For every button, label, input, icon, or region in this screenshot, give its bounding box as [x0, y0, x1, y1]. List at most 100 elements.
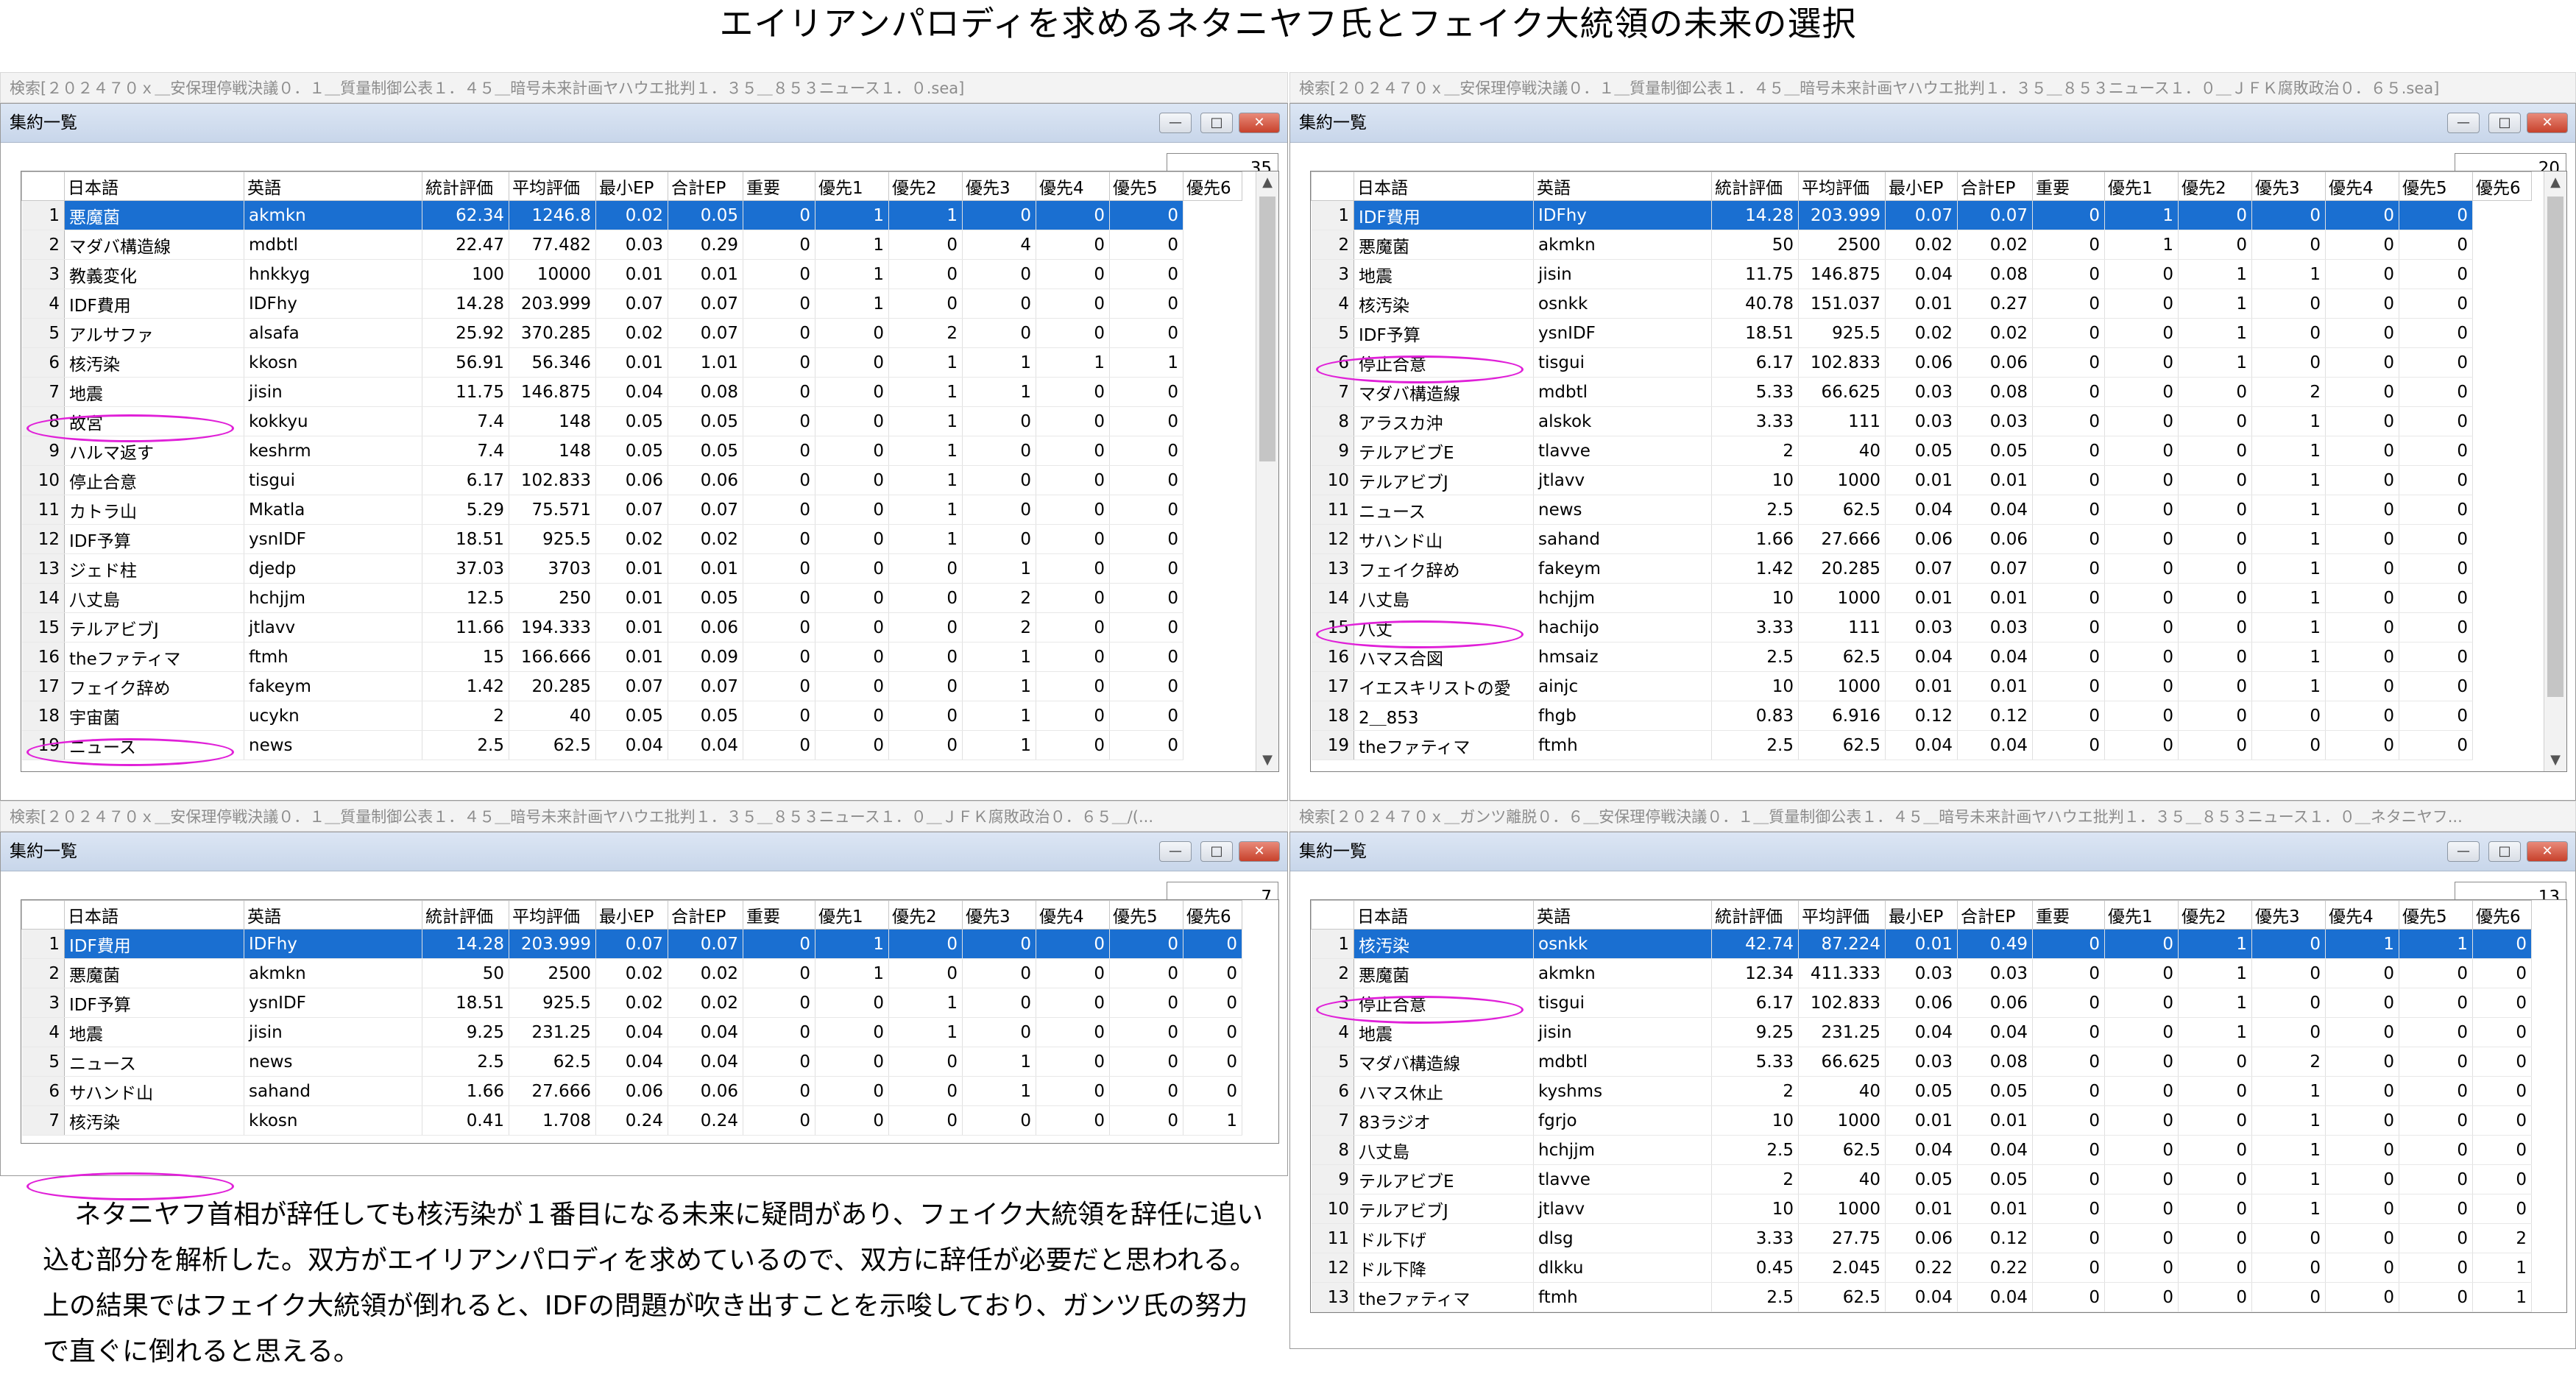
column-header[interactable]: 優先3: [962, 171, 1036, 201]
column-header[interactable]: 合計EP: [1957, 900, 2033, 930]
table-row[interactable]: 2 悪魔菌 akmkn 50 2500 0.02 0.02 0 1 0 0 0 0: [1311, 230, 2532, 260]
maximize-button[interactable]: □: [1200, 841, 1233, 862]
table-row[interactable]: 4 地震 jisin 9.25 231.25 0.04 0.04 0 0 1 0 0 0 0: [21, 1017, 1242, 1047]
close-button[interactable]: ✕: [2527, 841, 2568, 862]
minimize-button[interactable]: —: [2447, 113, 2480, 133]
table-row[interactable]: 9 テルアビブE tlavve 2 40 0.05 0.05 0 0 0 1 0 0 0: [1311, 1164, 2532, 1194]
table-row[interactable]: 8 アラスカ沖 alskok 3.33 111 0.03 0.03 0 0 0 1 0 0: [1311, 406, 2532, 436]
results-grid[interactable]: 日本語 英語 統計評価 平均評価 最小EP 合計EP 重要 優先1 優先2 優先3 優先4 優先5 優先…: [1310, 899, 2567, 1313]
maximize-button[interactable]: □: [2488, 841, 2521, 862]
maximize-button[interactable]: □: [2488, 113, 2521, 133]
table-row[interactable]: 18 2＿853 fhgb 0.83 6.916 0.12 0.12 0 0 0 0 0 0: [1311, 701, 2532, 731]
column-header[interactable]: 統計評価: [422, 900, 509, 930]
table-row[interactable]: 11 ニュース news 2.5 62.5 0.04 0.04 0 0 0 1 0 0: [1311, 495, 2532, 525]
column-header[interactable]: 合計EP: [668, 171, 743, 201]
column-header[interactable]: 日本語: [64, 171, 244, 201]
table-row[interactable]: 16 ハマス合図 hmsaiz 2.5 62.5 0.04 0.04 0 0 0 1 0 0: [1311, 642, 2532, 672]
table-row[interactable]: 7 核汚染 kkosn 0.41 1.708 0.24 0.24 0 0 0 0 0 0 1: [21, 1105, 1242, 1136]
column-header[interactable]: 日本語: [64, 900, 244, 930]
table-row[interactable]: 6 サハンド山 sahand 1.66 27.666 0.06 0.06 0 0 0 1 0 0 0: [21, 1076, 1242, 1106]
column-header[interactable]: 統計評価: [1711, 171, 1799, 201]
table-row[interactable]: 1 悪魔菌 akmkn 62.34 1246.8 0.02 0.05 0 1 1 0 0 0: [21, 200, 1242, 230]
table-row[interactable]: 2 悪魔菌 akmkn 12.34 411.333 0.03 0.03 0 0 1 0 0 0 0: [1311, 958, 2532, 988]
minimize-button[interactable]: —: [1159, 113, 1192, 133]
scroll-up-arrow[interactable]: ▲: [1256, 171, 1278, 194]
column-header[interactable]: 優先5: [2399, 171, 2473, 201]
table-row[interactable]: 5 ニュース news 2.5 62.5 0.04 0.04 0 0 0 1 0 0 0: [21, 1047, 1242, 1077]
table-row[interactable]: 7 83ラジオ fgrjo 10 1000 0.01 0.01 0 0 0 1 0 0 0: [1311, 1105, 2532, 1136]
close-button[interactable]: ✕: [1239, 113, 1280, 133]
column-header[interactable]: 優先5: [1109, 171, 1183, 201]
column-header[interactable]: 優先2: [888, 171, 963, 201]
column-header[interactable]: 統計評価: [1711, 900, 1799, 930]
column-header[interactable]: 平均評価: [1798, 171, 1886, 201]
column-header[interactable]: 優先4: [1036, 900, 1110, 930]
table-row[interactable]: 10 テルアビブJ jtlavv 10 1000 0.01 0.01 0 0 0 1 0 0 0: [1311, 1194, 2532, 1224]
minimize-button[interactable]: —: [2447, 841, 2480, 862]
column-header[interactable]: 日本語: [1354, 900, 1534, 930]
column-header[interactable]: 重要: [743, 171, 815, 201]
vertical-scrollbar[interactable]: ▲ ▼: [1256, 171, 1278, 771]
table-row[interactable]: 12 IDF予算 ysnIDF 18.51 925.5 0.02 0.02 0 0 1 0 0 0: [21, 524, 1242, 554]
column-header[interactable]: 日本語: [1354, 171, 1534, 201]
table-row[interactable]: 9 テルアビブE tlavve 2 40 0.05 0.05 0 0 0 1 0 0: [1311, 436, 2532, 466]
column-header[interactable]: 英語: [1533, 171, 1712, 201]
table-row[interactable]: 7 マダバ構造線 mdbtl 5.33 66.625 0.03 0.08 0 0 0 2 0 0: [1311, 377, 2532, 407]
table-row[interactable]: 3 IDF予算 ysnIDF 18.51 925.5 0.02 0.02 0 0 1 0 0 0 0: [21, 988, 1242, 1018]
scroll-up-arrow[interactable]: ▲: [2544, 171, 2566, 194]
table-row[interactable]: 15 テルアビブJ jtlavv 11.66 194.333 0.01 0.06 0 0 0 2 0 0: [21, 612, 1242, 643]
table-row[interactable]: 17 フェイク辞め fakeym 1.42 20.285 0.07 0.07 0 0 0 1 0 0: [21, 671, 1242, 701]
search-query-bar[interactable]: 検索[２０２４７０ｘ＿安保理停戦決議０．１＿質量制御公表１．４５＿暗号未来計画ヤ…: [0, 801, 1288, 832]
column-header[interactable]: 優先2: [888, 900, 963, 930]
column-header[interactable]: 優先3: [2251, 171, 2326, 201]
table-row[interactable]: 11 ドル下げ dlsg 3.33 27.75 0.06 0.12 0 0 0 0 0 0 2: [1311, 1223, 2532, 1253]
table-row[interactable]: 5 マダバ構造線 mdbtl 5.33 66.625 0.03 0.08 0 0 0 2 0 0 0: [1311, 1047, 2532, 1077]
column-header[interactable]: 優先2: [2178, 171, 2252, 201]
column-header[interactable]: 優先6: [2472, 900, 2532, 930]
column-header[interactable]: 優先3: [2251, 900, 2326, 930]
column-header[interactable]: 最小EP: [595, 171, 668, 201]
column-header[interactable]: 優先4: [2325, 171, 2399, 201]
table-row[interactable]: 6 ハマス休止 kyshms 2 40 0.05 0.05 0 0 0 1 0 0 0: [1311, 1076, 2532, 1106]
table-row[interactable]: 13 フェイク辞め fakeym 1.42 20.285 0.07 0.07 0 0 0 1 0 0: [1311, 553, 2532, 584]
table-row[interactable]: 12 サハンド山 sahand 1.66 27.666 0.06 0.06 0 0 0 1 0 0: [1311, 524, 2532, 554]
column-header[interactable]: 優先1: [2104, 171, 2179, 201]
table-row[interactable]: 10 停止合意 tisgui 6.17 102.833 0.06 0.06 0 0 1 0 0 0: [21, 465, 1242, 495]
results-grid[interactable]: 日本語 英語 統計評価 平均評価 最小EP 合計EP 重要 優先1 優先2 優先3 優先4 優先5 優先…: [21, 171, 1279, 772]
scroll-down-arrow[interactable]: ▼: [1256, 749, 1278, 771]
maximize-button[interactable]: □: [1200, 113, 1233, 133]
table-row[interactable]: 9 ハルマ返す keshrm 7.4 148 0.05 0.05 0 0 1 0 0 0: [21, 436, 1242, 466]
column-header[interactable]: 最小EP: [1885, 171, 1958, 201]
column-header[interactable]: 優先6: [1183, 171, 1242, 201]
table-row[interactable]: 13 theファティマ ftmh 2.5 62.5 0.04 0.04 0 0 0 0 0 0 1: [1311, 1282, 2532, 1312]
table-row[interactable]: 3 地震 jisin 11.75 146.875 0.04 0.08 0 0 1 1 0 0: [1311, 259, 2532, 289]
search-query-bar[interactable]: 検索[２０２４７０ｘ＿安保理停戦決議０．１＿質量制御公表１．４５＿暗号未来計画ヤ…: [0, 72, 1288, 103]
table-row[interactable]: 1 IDF費用 IDFhy 14.28 203.999 0.07 0.07 0 1 0 0 0 0: [1311, 200, 2532, 230]
table-row[interactable]: 18 宇宙菌 ucykn 2 40 0.05 0.05 0 0 0 1 0 0: [21, 701, 1242, 731]
table-row[interactable]: 14 八丈島 hchjjm 10 1000 0.01 0.01 0 0 0 1 0 0: [1311, 583, 2532, 613]
column-header[interactable]: 優先4: [2325, 900, 2399, 930]
search-query-bar[interactable]: 検索[２０２４７０ｘ＿安保理停戦決議０．１＿質量制御公表１．４５＿暗号未来計画ヤ…: [1289, 72, 2576, 103]
table-row[interactable]: 14 八丈島 hchjjm 12.5 250 0.01 0.05 0 0 0 2 0 0: [21, 583, 1242, 613]
column-header[interactable]: 重要: [743, 900, 815, 930]
column-header[interactable]: 英語: [244, 171, 422, 201]
table-row[interactable]: 12 ドル下降 dlkku 0.45 2.045 0.22 0.22 0 0 0 0 0 0 1: [1311, 1253, 2532, 1283]
table-row[interactable]: 19 theファティマ ftmh 2.5 62.5 0.04 0.04 0 0 0 0 0 0: [1311, 730, 2532, 760]
table-row[interactable]: 1 核汚染 osnkk 42.74 87.224 0.01 0.49 0 0 1 0 1 1 0: [1311, 929, 2532, 959]
vertical-scrollbar[interactable]: ▲ ▼: [2544, 171, 2566, 771]
column-header[interactable]: 重要: [2032, 900, 2105, 930]
column-header[interactable]: 優先3: [962, 900, 1036, 930]
scroll-thumb[interactable]: [1259, 197, 1275, 461]
table-row[interactable]: 10 テルアビブJ jtlavv 10 1000 0.01 0.01 0 0 0 1 0 0: [1311, 465, 2532, 495]
column-header[interactable]: 優先6: [1183, 900, 1242, 930]
table-row[interactable]: 6 核汚染 kkosn 56.91 56.346 0.01 1.01 0 0 1 1 1 1: [21, 347, 1242, 378]
column-header[interactable]: 優先6: [2472, 171, 2532, 201]
column-header[interactable]: 最小EP: [1885, 900, 1958, 930]
column-header[interactable]: 最小EP: [595, 900, 668, 930]
table-row[interactable]: 13 ジェド柱 djedp 37.03 3703 0.01 0.01 0 0 0 1 0 0: [21, 553, 1242, 584]
table-row[interactable]: 5 IDF予算 ysnIDF 18.51 925.5 0.02 0.02 0 0 1 0 0 0: [1311, 318, 2532, 348]
column-header[interactable]: 優先1: [815, 171, 889, 201]
column-header[interactable]: 優先1: [815, 900, 889, 930]
table-row[interactable]: 11 カトラ山 Mkatla 5.29 75.571 0.07 0.07 0 0 1 0 0 0: [21, 495, 1242, 525]
results-grid[interactable]: 日本語 英語 統計評価 平均評価 最小EP 合計EP 重要 優先1 優先2 優先3 優先4 優先5 優先…: [21, 899, 1279, 1144]
